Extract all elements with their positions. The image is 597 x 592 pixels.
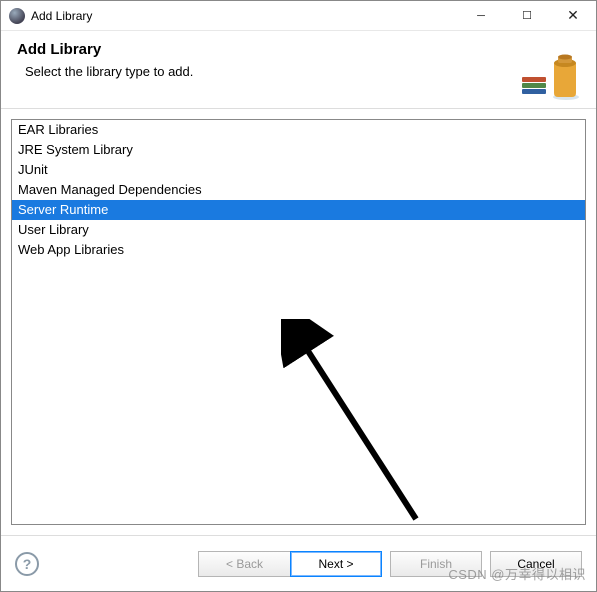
content-area: EAR LibrariesJRE System LibraryJUnitMave… [1,109,596,535]
finish-button[interactable]: Finish [390,551,482,577]
nav-button-group: < Back Next > [198,551,382,577]
list-item[interactable]: JRE System Library [12,140,585,160]
next-button[interactable]: Next > [290,551,382,577]
window-title: Add Library [31,9,458,23]
window-controls: ─ ☐ ✕ [458,1,596,30]
list-item[interactable]: User Library [12,220,585,240]
library-jar-icon [516,41,580,101]
back-button[interactable]: < Back [198,551,290,577]
list-item[interactable]: JUnit [12,160,585,180]
library-type-list[interactable]: EAR LibrariesJRE System LibraryJUnitMave… [11,119,586,525]
header-text: Add Library Select the library type to a… [17,41,193,79]
list-item[interactable]: EAR Libraries [12,120,585,140]
titlebar: Add Library ─ ☐ ✕ [1,1,596,31]
close-button[interactable]: ✕ [550,1,596,30]
list-item[interactable]: Web App Libraries [12,240,585,260]
page-subtitle: Select the library type to add. [17,64,193,79]
wizard-header: Add Library Select the library type to a… [1,31,596,109]
list-item[interactable]: Maven Managed Dependencies [12,180,585,200]
maximize-button[interactable]: ☐ [504,1,550,30]
minimize-button[interactable]: ─ [458,1,504,30]
help-button[interactable]: ? [15,552,39,576]
cancel-button[interactable]: Cancel [490,551,582,577]
page-title: Add Library [17,41,193,58]
dialog-window: Add Library ─ ☐ ✕ Add Library Select the… [0,0,597,592]
list-item[interactable]: Server Runtime [12,200,585,220]
button-bar: ? < Back Next > Finish Cancel [1,535,596,591]
app-icon [9,8,25,24]
